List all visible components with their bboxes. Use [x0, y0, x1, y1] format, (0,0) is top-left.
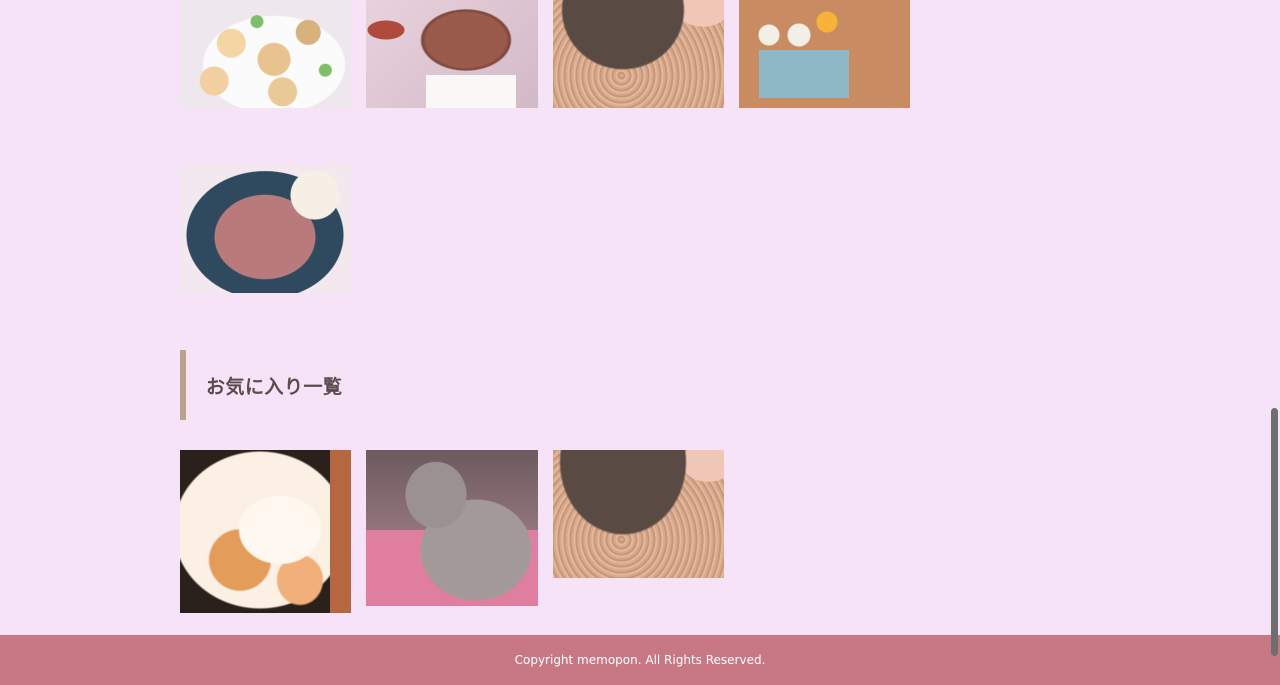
sleeping-cat-photo[interactable]	[180, 450, 351, 613]
sandwich-platter-photo[interactable]	[180, 0, 351, 108]
roast-beef-photo[interactable]	[180, 165, 351, 293]
favorites-heading: お気に入り一覧	[180, 350, 780, 420]
breakfast-tray-photo[interactable]	[739, 0, 910, 108]
hedgehog-photo[interactable]	[553, 0, 724, 108]
page: お気に入り一覧 Copyright memopon. All Rights Re…	[0, 0, 1280, 685]
scrollbar[interactable]	[1268, 0, 1280, 685]
favorite-hedgehog-photo[interactable]	[553, 450, 724, 578]
favorites-heading-text: お気に入り一覧	[206, 375, 343, 398]
footer: Copyright memopon. All Rights Reserved.	[0, 635, 1280, 685]
scrollbar-thumb[interactable]	[1271, 408, 1278, 656]
gray-cat-photo[interactable]	[366, 450, 538, 606]
copyright-text: Copyright memopon. All Rights Reserved.	[514, 653, 766, 667]
bread-loaf-photo[interactable]	[366, 0, 538, 108]
